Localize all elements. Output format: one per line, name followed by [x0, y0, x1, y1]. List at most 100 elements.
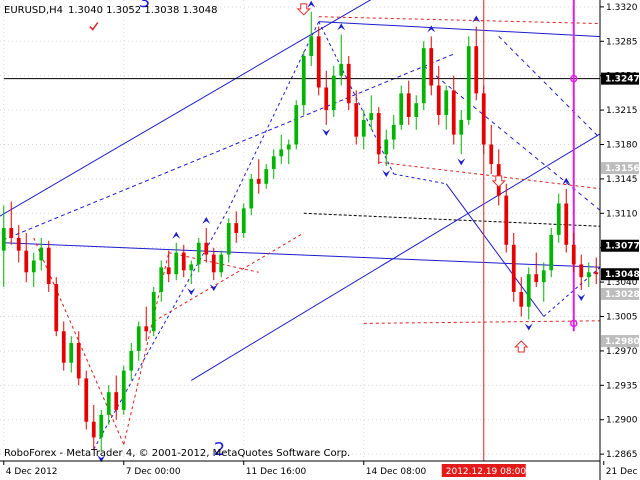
candle-body-33	[249, 178, 254, 209]
candle-body-49	[369, 113, 374, 120]
candle-body-48	[361, 119, 366, 137]
chart-title-symbol: EURUSD,H4	[4, 5, 63, 16]
candle-body-76	[571, 244, 576, 265]
candle-body-24	[181, 252, 186, 271]
candle-body-1	[9, 228, 14, 238]
y-tick-label-9: 1.3005	[606, 313, 638, 323]
x-tick-label-4: 21 Dec 16:00	[606, 467, 640, 477]
candle-body-60	[451, 90, 456, 135]
price-label-5: 1.2980	[605, 337, 640, 347]
price-label-2: 1.3077	[605, 242, 640, 252]
candle-body-68	[511, 244, 516, 292]
candle-body-10	[76, 343, 81, 379]
candle-body-22	[166, 267, 171, 275]
candle-body-9	[69, 343, 74, 363]
candle-body-13	[99, 414, 104, 438]
candle-body-34	[256, 178, 261, 184]
candle-body-51	[384, 139, 389, 155]
candle-body-47	[354, 103, 359, 137]
candle-body-25	[189, 264, 194, 271]
price-chart[interactable]: 1.33201.32851.32501.32151.31801.31451.31…	[0, 0, 640, 480]
candle-body-29	[219, 254, 224, 273]
copyright-text: RoboForex - MetaTrader 4, © 2001-2012, M…	[4, 448, 350, 459]
candle-body-73	[549, 234, 554, 271]
candle-body-61	[459, 119, 464, 135]
candle-body-4	[31, 260, 36, 273]
candle-body-8	[61, 331, 66, 363]
candle-body-74	[556, 203, 561, 235]
candle-body-52	[391, 124, 396, 140]
candle-body-26	[196, 242, 201, 265]
candle-body-11	[84, 378, 89, 422]
candle-body-14	[106, 392, 111, 415]
candle-body-44	[331, 75, 336, 111]
candle-body-50	[376, 113, 381, 155]
candle-body-31	[234, 223, 239, 233]
candle-body-78	[586, 272, 591, 278]
y-tick-label-13: 1.2865	[606, 450, 638, 460]
highlight-time-label: 2012.12.19 08:00	[446, 467, 527, 477]
price-label-0: 1.3247	[605, 75, 640, 85]
candle-body-36	[271, 156, 276, 170]
candle-body-15	[114, 392, 119, 410]
candle-body-18	[136, 326, 141, 351]
price-label-1: 1.3156	[605, 164, 640, 174]
candle-body-69	[519, 291, 524, 307]
y-tick-label-11: 1.2935	[606, 381, 638, 391]
candle-body-79	[594, 272, 599, 275]
y-tick-label-3: 1.3215	[606, 106, 638, 116]
price-label-3: 1.3048	[605, 270, 640, 280]
candle-body-62	[466, 46, 471, 120]
y-tick-label-12: 1.2900	[606, 416, 638, 426]
y-tick-label-1: 1.3285	[606, 37, 638, 47]
y-tick-label-6: 1.3110	[606, 209, 638, 219]
candle-body-16	[121, 370, 126, 410]
candle-body-17	[129, 350, 134, 371]
candle-body-64	[481, 93, 486, 145]
x-tick-label-0: 4 Dec 2012	[6, 467, 58, 477]
candle-body-63	[474, 46, 479, 94]
candle-body-27	[204, 242, 209, 255]
y-tick-label-4: 1.3180	[606, 140, 638, 150]
candle-body-43	[324, 87, 329, 111]
candle-body-42	[316, 36, 321, 88]
candle-body-59	[444, 90, 449, 116]
candle-body-0	[1, 228, 6, 251]
candle-body-71	[534, 274, 539, 283]
candle-body-57	[429, 48, 434, 86]
x-tick-label-2: 11 Dec 16:00	[246, 467, 307, 477]
candle-body-54	[406, 93, 411, 117]
x-tick-label-3: 14 Dec 08:00	[366, 467, 427, 477]
y-tick-label-0: 1.3320	[606, 3, 638, 13]
candle-body-65	[489, 144, 494, 165]
candle-body-70	[526, 274, 531, 307]
y-tick-label-5: 1.3145	[606, 175, 638, 185]
candle-body-12	[91, 421, 96, 438]
candle-body-3	[24, 250, 29, 273]
candle-body-37	[279, 149, 284, 157]
candle-body-32	[241, 208, 246, 233]
candle-body-40	[301, 56, 306, 106]
candle-body-55	[414, 103, 419, 117]
candle-body-58	[436, 85, 441, 116]
candle-body-46	[346, 63, 351, 104]
candle-body-67	[504, 195, 509, 245]
candle-body-56	[421, 48, 426, 104]
x-tick-label-1: 7 Dec 00:00	[126, 467, 181, 477]
candle-body-53	[399, 93, 404, 125]
candle-body-35	[264, 169, 269, 184]
candle-body-30	[226, 223, 231, 255]
candle-body-21	[159, 267, 164, 292]
candle-body-28	[211, 254, 216, 273]
candle-body-5	[39, 247, 44, 261]
candle-body-19	[144, 326, 149, 332]
candle-body-2	[16, 237, 21, 251]
candle-body-20	[151, 291, 156, 332]
candle-body-77	[579, 264, 584, 278]
candle-body-6	[46, 247, 51, 285]
candle-body-72	[541, 270, 546, 283]
chart-title-ohlc: 1.3040 1.3052 1.3038 1.3048	[68, 5, 218, 16]
candle-body-45	[339, 63, 344, 76]
candle-body-41	[309, 36, 314, 57]
candle-body-7	[54, 284, 59, 332]
